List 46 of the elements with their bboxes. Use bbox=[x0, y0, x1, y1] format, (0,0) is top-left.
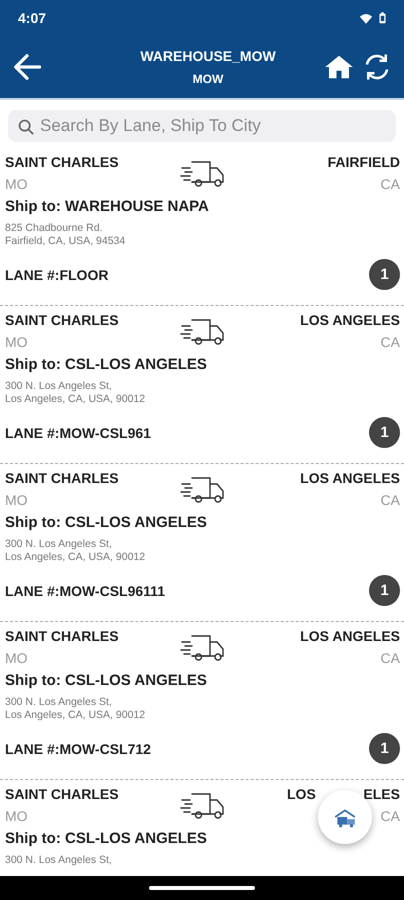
origin-city: SAINT CHARLES bbox=[5, 786, 120, 802]
wifi-icon bbox=[359, 12, 373, 24]
destination-city: LOS ANGELES bbox=[300, 628, 400, 644]
address: 300 N. Los Angeles St, bbox=[5, 854, 113, 868]
destination-state: CA bbox=[380, 492, 400, 508]
count-badge: 1 bbox=[369, 575, 400, 606]
screen-subtitle: MOW bbox=[192, 72, 224, 86]
destination-city-fragment: LOS bbox=[287, 786, 316, 802]
count-badge: 1 bbox=[369, 733, 400, 764]
ship-to-name: Ship to: CSL-LOS ANGELES bbox=[5, 356, 208, 373]
address: 825 Chadbourne Rd. Fairfield, CA, USA, 94534 bbox=[5, 222, 126, 248]
status-time: 4:07 bbox=[18, 10, 46, 26]
address: 300 N. Los Angeles St, Los Angeles, CA, USA, 90012 bbox=[5, 380, 146, 406]
origin-city: SAINT CHARLES bbox=[5, 154, 120, 170]
origin-state: MO bbox=[5, 650, 29, 666]
destination-state: CA bbox=[380, 808, 400, 824]
origin-city: SAINT CHARLES bbox=[5, 312, 120, 328]
origin-state: MO bbox=[5, 334, 29, 350]
back-arrow-icon bbox=[12, 52, 42, 82]
count-badge: 1 bbox=[369, 417, 400, 448]
destination-state: CA bbox=[380, 334, 400, 350]
origin-state: MO bbox=[5, 808, 29, 824]
ship-to-name: Ship to: CSL-LOS ANGELES bbox=[5, 514, 208, 531]
lane-number: LANE #:MOW-CSL961 bbox=[5, 424, 151, 440]
origin-city: SAINT CHARLES bbox=[5, 628, 120, 644]
destination-city: LOS ANGELES bbox=[300, 312, 400, 328]
origin-city: SAINT CHARLES bbox=[5, 470, 120, 486]
destination-city-fragment: ELES bbox=[363, 786, 400, 802]
destination-city: FAIRFIELD bbox=[328, 154, 400, 170]
lane-number: LANE #:FLOOR bbox=[5, 266, 108, 282]
destination-state: CA bbox=[380, 650, 400, 666]
lane-number: LANE #:MOW-CSL712 bbox=[5, 740, 151, 756]
address: 300 N. Los Angeles St, Los Angeles, CA, USA, 90012 bbox=[5, 538, 146, 564]
origin-state: MO bbox=[5, 492, 29, 508]
battery-icon bbox=[379, 12, 386, 24]
ship-to-name: Ship to: CSL-LOS ANGELES bbox=[5, 830, 208, 847]
destination-state: CA bbox=[380, 176, 400, 192]
search-field[interactable]: Search By Lane, Ship To City bbox=[8, 110, 396, 142]
address: 300 N. Los Angeles St, Los Angeles, CA, USA, 90012 bbox=[5, 696, 146, 722]
screen-title: WAREHOUSE_MOW bbox=[140, 48, 276, 64]
ship-to-name: Ship to: CSL-LOS ANGELES bbox=[5, 672, 208, 689]
lane-number: LANE #:MOW-CSL96111 bbox=[5, 582, 165, 598]
destination-city: LOS ANGELES bbox=[300, 470, 400, 486]
ship-to-name: Ship to: WAREHOUSE NAPA bbox=[5, 198, 210, 215]
origin-state: MO bbox=[5, 176, 29, 192]
count-badge: 1 bbox=[369, 259, 400, 290]
